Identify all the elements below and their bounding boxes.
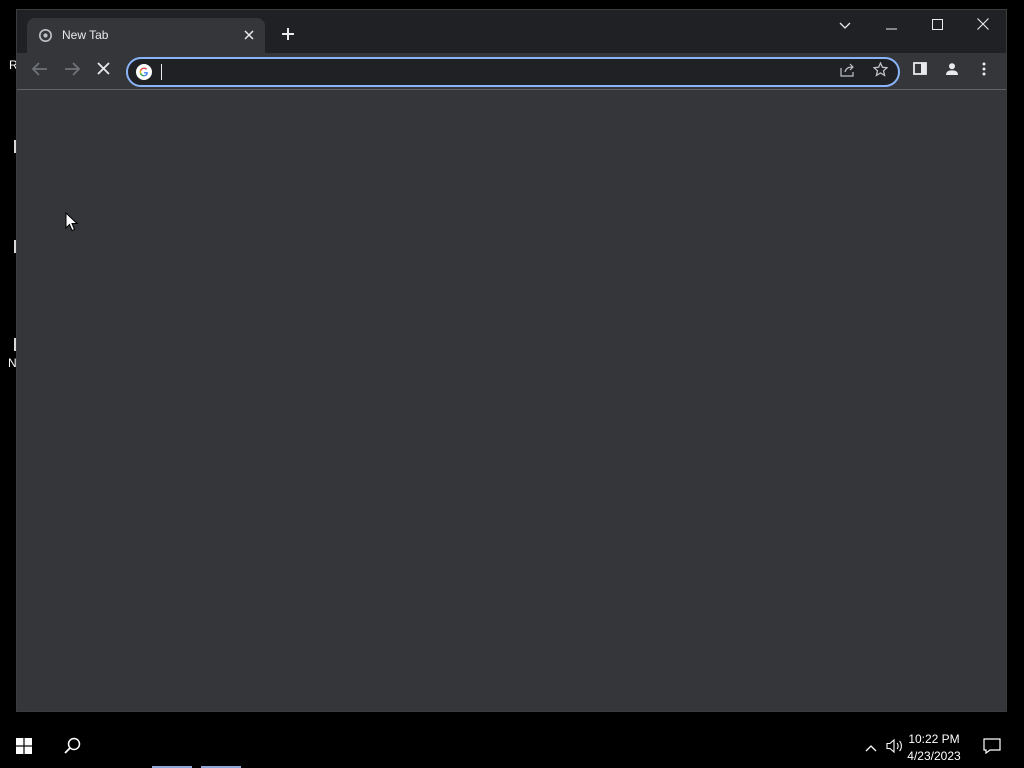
tab-search-button[interactable]	[822, 10, 868, 42]
plus-icon	[281, 27, 295, 46]
minimize-icon	[885, 17, 897, 35]
action-center-button[interactable]	[981, 737, 1003, 759]
share-button[interactable]	[836, 60, 860, 84]
share-icon	[840, 63, 856, 82]
stop-button[interactable]	[88, 56, 118, 86]
maximize-icon	[931, 17, 943, 35]
taskbar-app-button[interactable]	[148, 728, 196, 768]
windows-icon	[16, 737, 32, 759]
forward-button[interactable]	[57, 56, 87, 86]
tab-title: New Tab	[62, 28, 109, 42]
chevron-down-icon	[839, 17, 851, 35]
text-caret	[161, 64, 162, 80]
desktop: R N New Tab 10:22 PM 4/23/2023	[0, 0, 1024, 768]
chrome-icon	[39, 29, 52, 42]
browser-window: New Tab	[17, 10, 1006, 711]
volume-icon	[886, 738, 904, 759]
clock-date: 4/23/2023	[907, 749, 961, 763]
title-bar[interactable]: New Tab	[17, 10, 1006, 53]
tab-new-tab[interactable]: New Tab	[27, 18, 265, 53]
taskbar-app-button[interactable]	[197, 728, 245, 768]
more-vert-icon	[982, 62, 986, 81]
arrow-left-icon	[31, 61, 48, 81]
back-button[interactable]	[25, 56, 55, 86]
minimize-button[interactable]	[868, 10, 914, 42]
taskbar: 10:22 PM 4/23/2023	[0, 728, 1024, 768]
close-icon[interactable]	[241, 27, 257, 43]
notification-icon	[983, 737, 1001, 759]
close-icon	[977, 17, 989, 35]
side-panel-button[interactable]	[905, 56, 935, 86]
profile-icon	[945, 62, 959, 80]
show-hidden-icons-button[interactable]	[860, 738, 882, 758]
maximize-button[interactable]	[914, 10, 960, 42]
google-icon	[136, 64, 152, 80]
search-icon	[63, 737, 81, 759]
stop-icon	[96, 62, 110, 80]
search-button[interactable]	[48, 728, 96, 768]
taskbar-clock[interactable]: 10:22 PM 4/23/2023	[904, 731, 964, 765]
start-button[interactable]	[0, 728, 48, 768]
address-bar[interactable]	[126, 57, 900, 87]
new-tab-button[interactable]	[276, 26, 300, 46]
volume-button[interactable]	[884, 738, 906, 758]
side-panel-icon	[913, 62, 927, 80]
browser-toolbar	[17, 53, 1006, 90]
address-input[interactable]	[158, 62, 818, 82]
mouse-cursor-icon	[65, 211, 79, 232]
star-icon	[871, 61, 889, 82]
close-window-button[interactable]	[960, 10, 1006, 42]
profile-button[interactable]	[937, 56, 967, 86]
page-content	[17, 90, 1006, 711]
desktop-label-fragment: N	[8, 356, 17, 370]
arrow-right-icon	[64, 61, 81, 81]
bookmark-button[interactable]	[868, 60, 892, 84]
chevron-up-icon	[865, 739, 877, 757]
clock-time: 10:22 PM	[908, 732, 960, 746]
menu-button[interactable]	[969, 56, 999, 86]
